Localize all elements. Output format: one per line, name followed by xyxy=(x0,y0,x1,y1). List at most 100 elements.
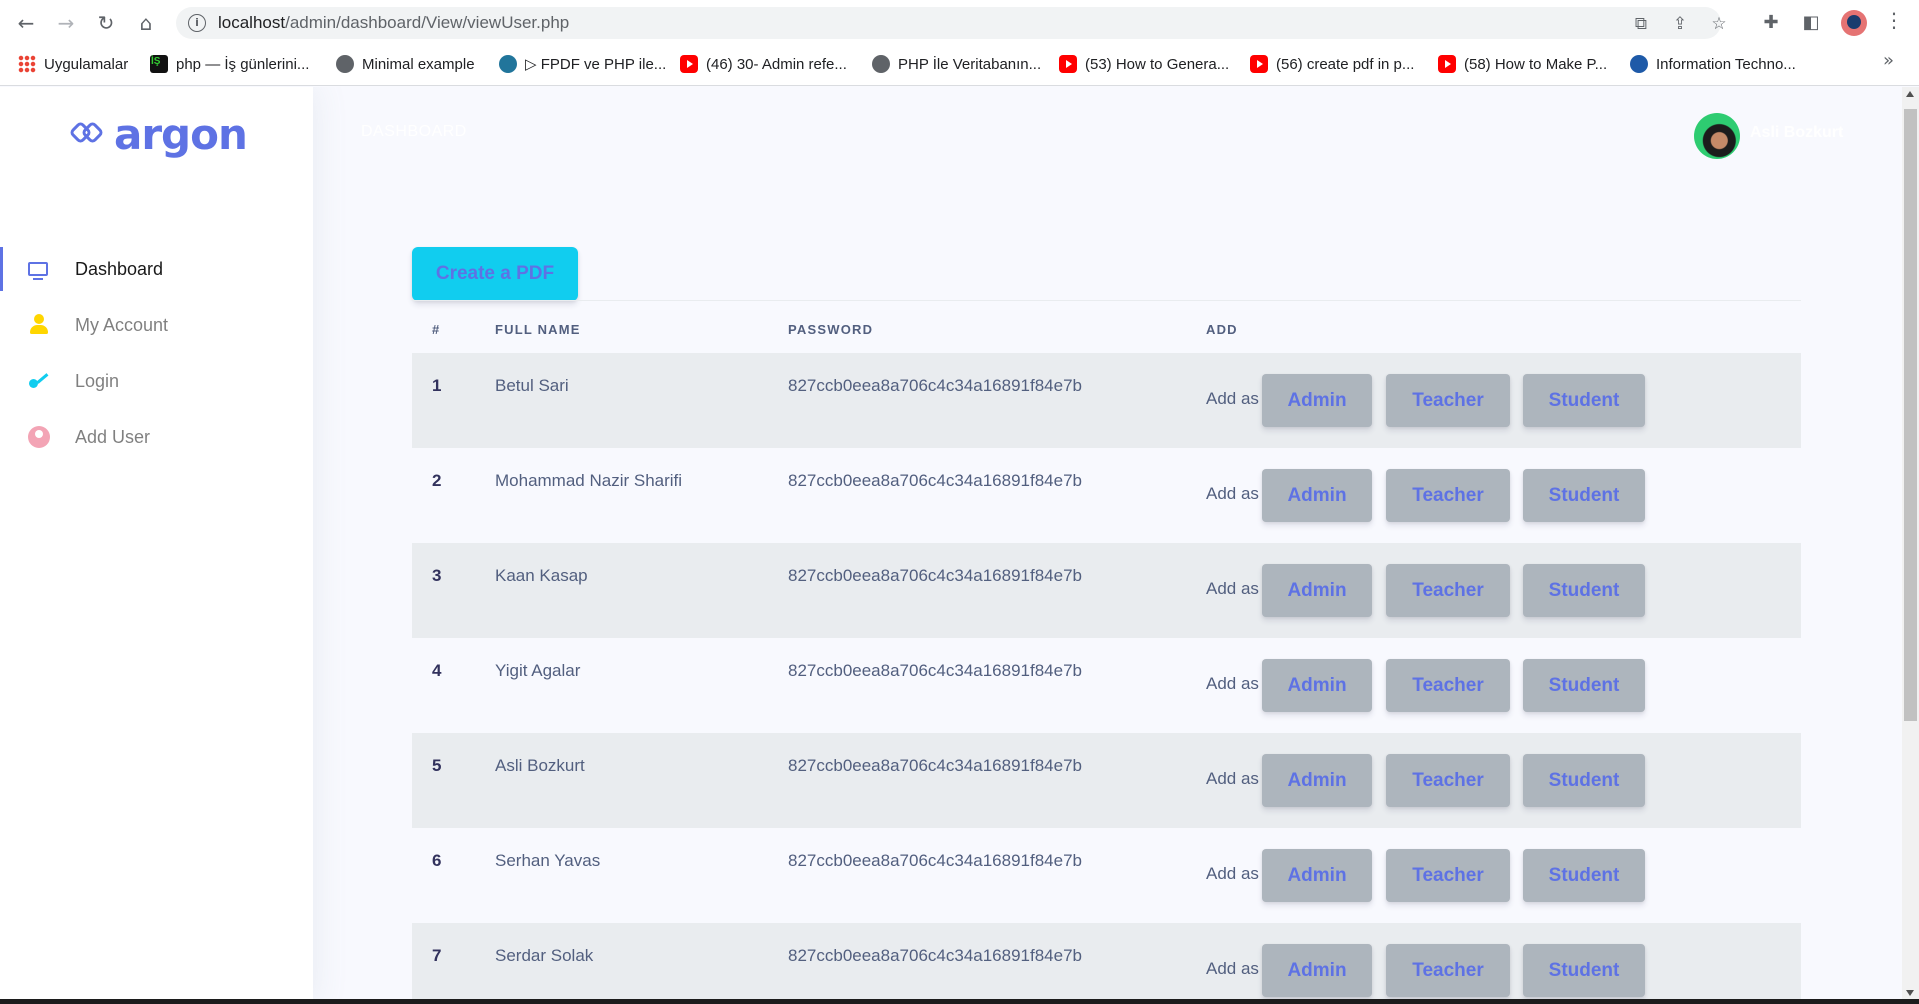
sidebar-item-label: Dashboard xyxy=(75,258,164,279)
url-text[interactable]: localhost/admin/dashboard/View/viewUser.… xyxy=(218,13,569,33)
row-full-name: Yigit Agalar xyxy=(495,661,581,680)
youtube-icon xyxy=(1250,55,1268,73)
bookmark-item[interactable]: (56) create pdf in p... xyxy=(1250,50,1414,78)
add-as-student-button[interactable]: Student xyxy=(1523,754,1645,807)
table-row: 2 Mohammad Nazir Sharifi 827ccb0eea8a706c4… xyxy=(412,448,1801,543)
extensions-puzzle-icon[interactable]: ✚ xyxy=(1759,11,1783,35)
add-as-student-button[interactable]: Student xyxy=(1523,374,1645,427)
browser-menu-icon[interactable]: ⋮ xyxy=(1884,8,1904,38)
add-as-label: Add as xyxy=(1206,484,1259,503)
add-as-teacher-button[interactable]: Teacher xyxy=(1386,564,1510,617)
brand-logo[interactable]: argon xyxy=(68,107,248,161)
add-as-student-button[interactable]: Student xyxy=(1523,659,1645,712)
column-header-add: ADD xyxy=(1206,322,1238,337)
taskbar-edge xyxy=(0,999,1919,1004)
table-header: # FULL NAME PASSWORD ADD xyxy=(412,300,1801,353)
sidebar-item-label: Add User xyxy=(75,426,151,447)
add-as-student-button[interactable]: Student xyxy=(1523,944,1645,997)
add-as-label: Add as xyxy=(1206,674,1259,693)
row-number: 3 xyxy=(432,566,442,585)
youtube-icon xyxy=(1438,55,1456,73)
page-scrollbar[interactable] xyxy=(1902,87,1919,1004)
key-icon xyxy=(28,370,50,392)
add-as-admin-button[interactable]: Admin xyxy=(1262,849,1372,902)
user-name[interactable]: Asli Bozkurt xyxy=(1750,124,1843,142)
bookmark-item[interactable]: (58) How to Make P... xyxy=(1438,50,1607,78)
php-favicon-icon xyxy=(150,55,168,73)
row-number: 1 xyxy=(432,376,442,395)
add-as-teacher-button[interactable]: Teacher xyxy=(1386,469,1510,522)
brand-name: argon xyxy=(114,109,248,159)
reload-icon[interactable]: ↻ xyxy=(93,10,119,36)
add-as-teacher-button[interactable]: Teacher xyxy=(1386,754,1510,807)
row-number: 4 xyxy=(432,661,442,680)
scrollbar-thumb[interactable] xyxy=(1904,109,1917,721)
profile-avatar-icon[interactable] xyxy=(1841,10,1867,36)
bookmark-item[interactable]: PHP İle Veritabanın... xyxy=(872,50,1041,78)
table-body: 1 Betul Sari 827ccb0eea8a706c4c34a16891f84… xyxy=(412,353,1801,1004)
add-as-admin-button[interactable]: Admin xyxy=(1262,754,1372,807)
add-as-teacher-button[interactable]: Teacher xyxy=(1386,944,1510,997)
side-panel-icon[interactable]: ◧ xyxy=(1799,11,1823,35)
column-header-number: # xyxy=(432,322,441,337)
bookmark-item[interactable]: ▷ FPDF ve PHP ile... xyxy=(499,50,666,78)
row-password: 827ccb0eea8a706c4c34a16891f84e7b xyxy=(788,566,1082,585)
home-icon[interactable]: ⌂ xyxy=(133,10,159,36)
add-as-student-button[interactable]: Student xyxy=(1523,469,1645,522)
row-number: 7 xyxy=(432,946,442,965)
page-content: argon Dashboard My Account Login Add Use… xyxy=(0,87,1919,1004)
bookmarks-bar: Uygulamalar php — İş günlerini... Minima… xyxy=(0,50,1919,78)
translate-icon[interactable]: ⧉ xyxy=(1631,14,1651,34)
sidebar-item-dashboard[interactable]: Dashboard xyxy=(0,245,313,293)
row-number: 5 xyxy=(432,756,442,775)
create-pdf-button[interactable]: Create a PDF xyxy=(412,247,578,301)
bookmark-label: (53) How to Genera... xyxy=(1085,55,1230,73)
youtube-icon xyxy=(680,55,698,73)
row-password: 827ccb0eea8a706c4c34a16891f84e7b xyxy=(788,661,1082,680)
sidebar-item-my-account[interactable]: My Account xyxy=(0,301,313,349)
add-as-admin-button[interactable]: Admin xyxy=(1262,469,1372,522)
add-as-student-button[interactable]: Student xyxy=(1523,849,1645,902)
scroll-up-arrow-icon[interactable] xyxy=(1906,91,1914,97)
bookmark-star-icon[interactable]: ☆ xyxy=(1709,14,1729,34)
add-as-label: Add as xyxy=(1206,389,1259,408)
add-as-admin-button[interactable]: Admin xyxy=(1262,944,1372,997)
url-host: localhost xyxy=(218,13,286,32)
bookmark-item[interactable]: (46) 30- Admin refe... xyxy=(680,50,847,78)
sidebar-item-login[interactable]: Login xyxy=(0,357,313,405)
row-full-name: Mohammad Nazir Sharifi xyxy=(495,471,683,490)
add-as-teacher-button[interactable]: Teacher xyxy=(1386,374,1510,427)
bookmark-label: php — İş günlerini... xyxy=(176,55,310,73)
page-title[interactable]: DASHBOARD xyxy=(361,123,467,141)
more-bookmarks-icon[interactable]: » xyxy=(1883,50,1894,71)
table-row: 4 Yigit Agalar 827ccb0eea8a706c4c34a16891f… xyxy=(412,638,1801,733)
scroll-down-arrow-icon[interactable] xyxy=(1906,990,1914,996)
bookmark-label: PHP İle Veritabanın... xyxy=(898,55,1042,73)
add-as-admin-button[interactable]: Admin xyxy=(1262,374,1372,427)
add-as-teacher-button[interactable]: Teacher xyxy=(1386,849,1510,902)
add-as-admin-button[interactable]: Admin xyxy=(1262,659,1372,712)
add-as-student-button[interactable]: Student xyxy=(1523,564,1645,617)
wordpress-icon xyxy=(499,55,517,73)
url-path: /admin/dashboard/View/viewUser.php xyxy=(285,13,570,32)
add-as-teacher-button[interactable]: Teacher xyxy=(1386,659,1510,712)
bookmark-item[interactable]: Uygulamalar xyxy=(18,50,128,78)
row-number: 2 xyxy=(432,471,442,490)
avatar[interactable] xyxy=(1694,113,1740,159)
browser-chrome: ← → ↻ ⌂ i localhost/admin/dashboard/View… xyxy=(0,0,1919,86)
share-icon[interactable]: ⇪ xyxy=(1670,14,1690,34)
forward-arrow-icon[interactable]: → xyxy=(53,10,79,36)
hexagons-logo-icon xyxy=(68,117,105,151)
sidebar-item-add-user[interactable]: Add User xyxy=(0,413,313,461)
bookmark-item[interactable]: Information Techno... xyxy=(1630,50,1796,78)
bookmark-item[interactable]: (53) How to Genera... xyxy=(1059,50,1229,78)
site-info-icon[interactable]: i xyxy=(188,14,206,32)
add-as-admin-button[interactable]: Admin xyxy=(1262,564,1372,617)
add-as-label: Add as xyxy=(1206,769,1259,788)
bookmark-item[interactable]: php — İş günlerini... xyxy=(150,50,309,78)
user-circle-icon xyxy=(28,426,50,448)
address-bar[interactable]: i localhost/admin/dashboard/View/viewUse… xyxy=(176,7,1727,39)
row-full-name: Kaan Kasap xyxy=(495,566,588,585)
back-arrow-icon[interactable]: ← xyxy=(13,10,39,36)
bookmark-item[interactable]: Minimal example xyxy=(336,50,475,78)
